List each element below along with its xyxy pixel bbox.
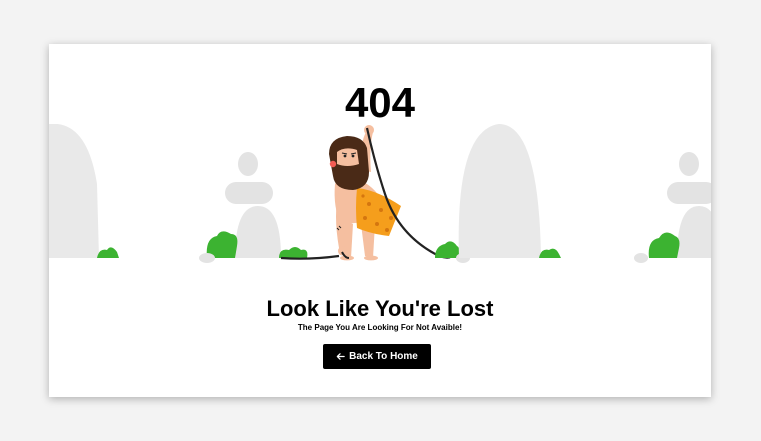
rock-shape <box>458 124 541 258</box>
error-card: 404 Look Like You're Lost The Page You A… <box>49 44 711 397</box>
rock-shape <box>634 253 648 263</box>
error-code: 404 <box>344 79 416 126</box>
rock-shape <box>49 124 99 258</box>
bush-shape <box>279 247 308 258</box>
rock-shape <box>199 253 215 263</box>
stone-shape <box>225 182 273 204</box>
bush-shape <box>539 248 561 258</box>
back-to-home-label: Back To Home <box>349 351 418 362</box>
caveman-illustration <box>49 124 711 263</box>
stone-shape <box>238 152 258 176</box>
stone-shape <box>667 182 711 204</box>
stone-shape <box>235 206 281 258</box>
back-to-home-button[interactable]: Back To Home <box>323 344 431 369</box>
page-heading: Look Like You're Lost <box>266 296 494 321</box>
stone-shape <box>677 206 711 258</box>
bush-shape <box>97 247 119 258</box>
caveman-figure <box>329 125 455 261</box>
stone-shape <box>679 152 699 176</box>
arrow-left-icon <box>336 353 345 360</box>
page-subheading: The Page You Are Looking For Not Avaible… <box>297 323 463 332</box>
bush-shape <box>648 232 680 258</box>
bush-shape <box>435 241 460 258</box>
